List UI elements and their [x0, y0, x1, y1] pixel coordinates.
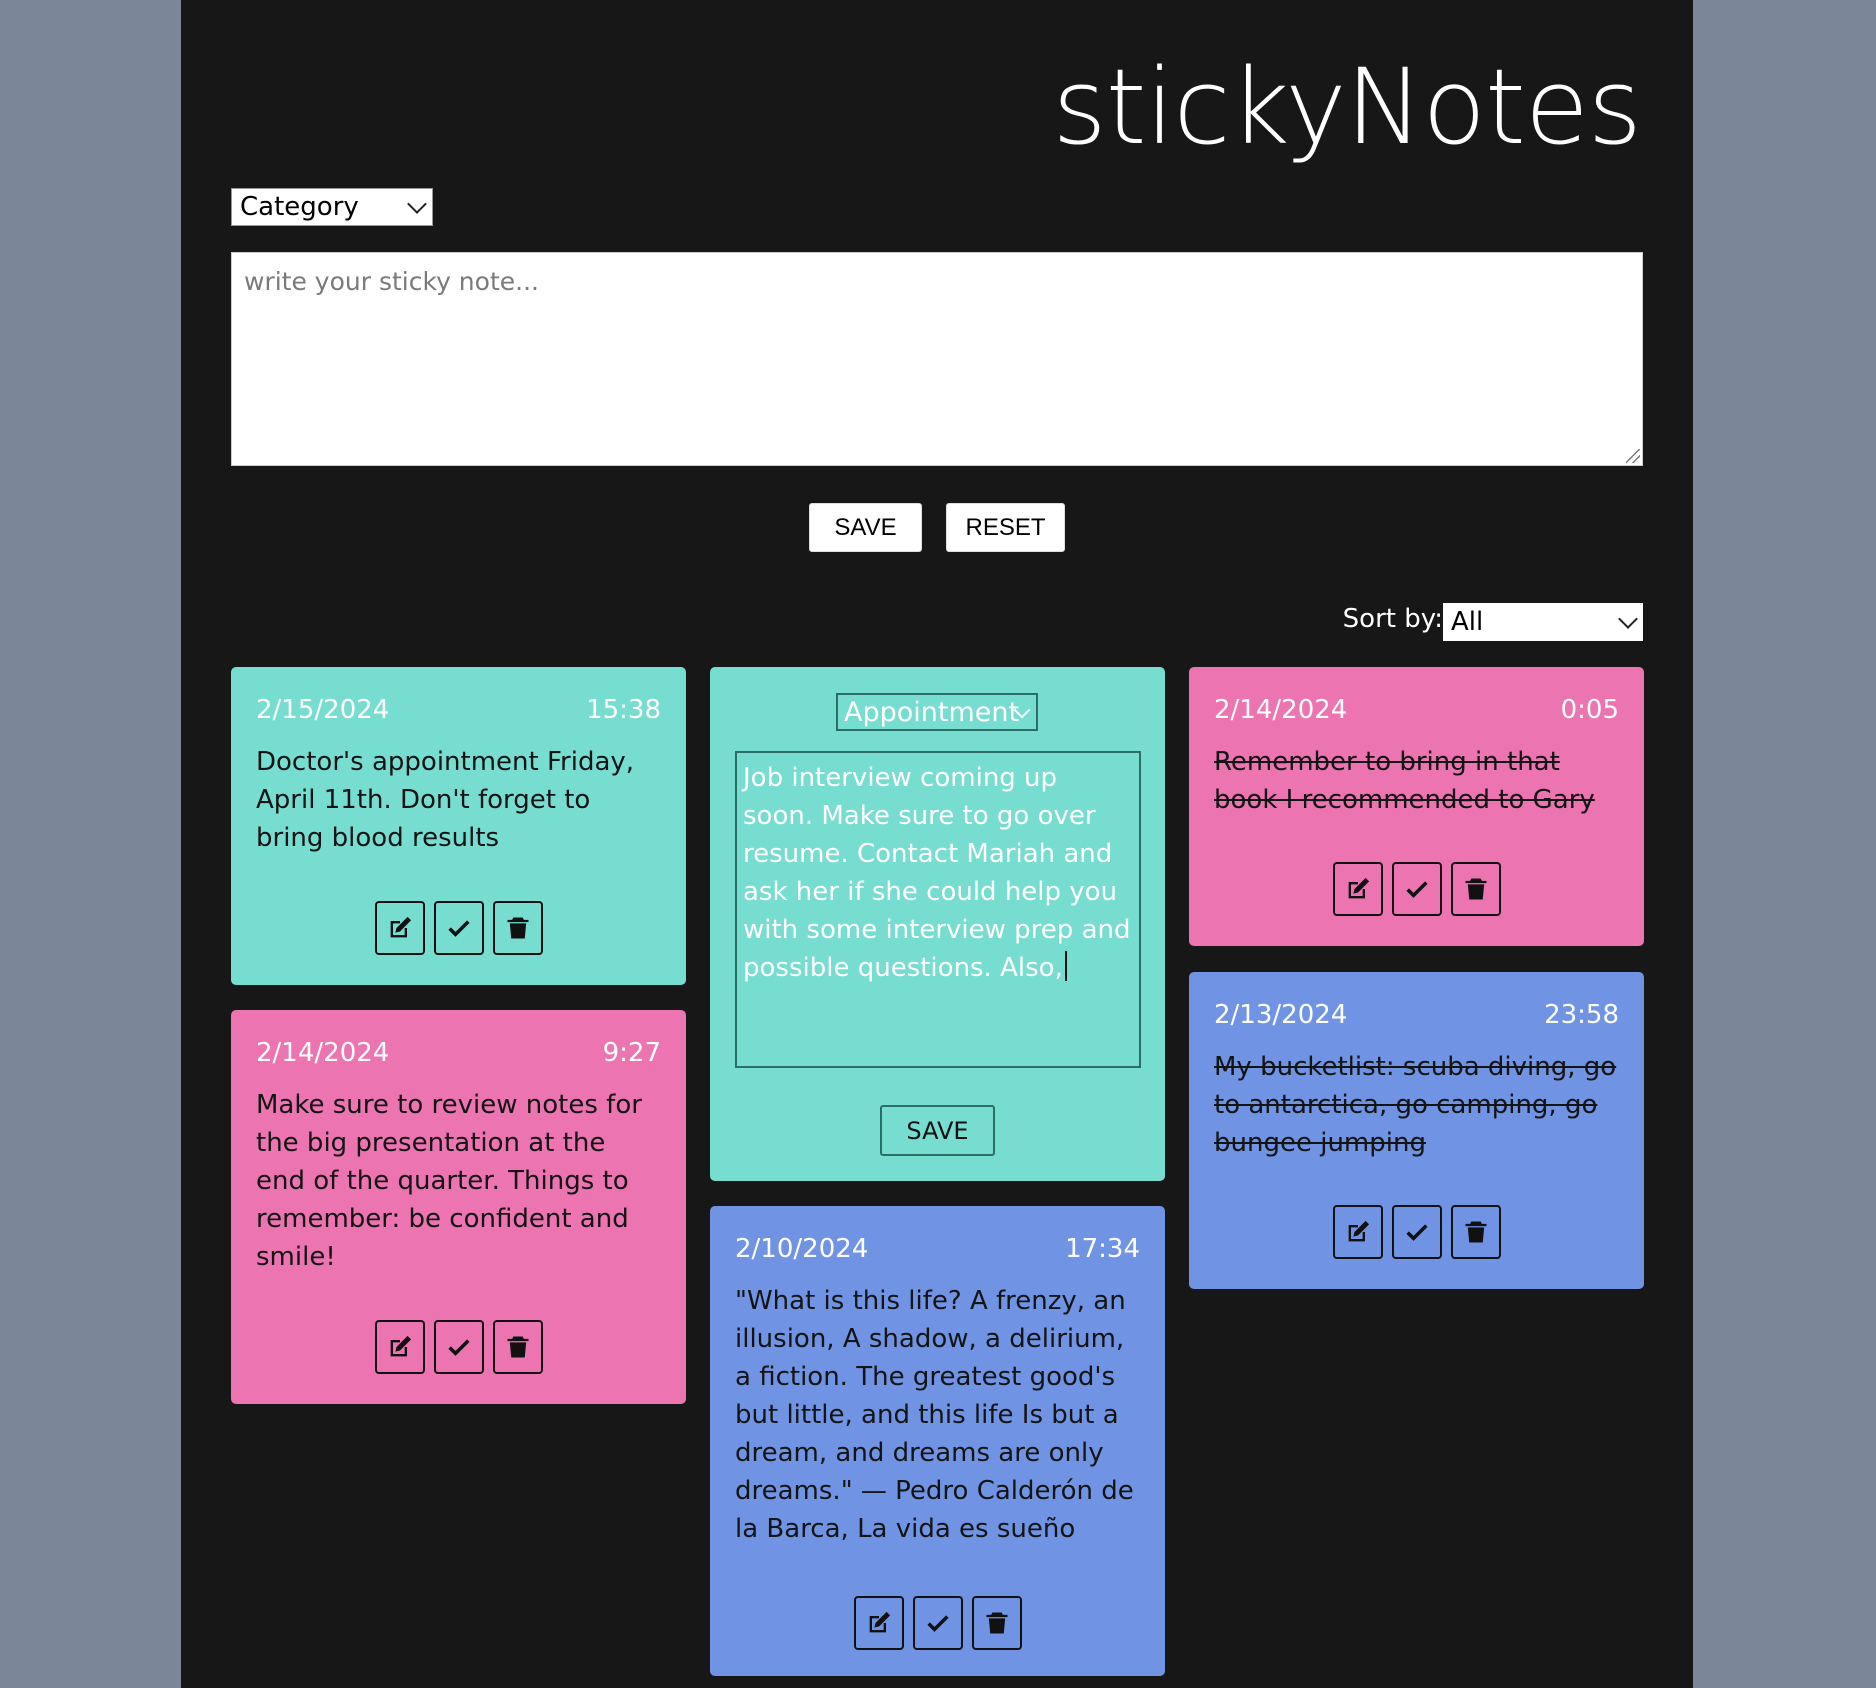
note-time: 15:38 — [586, 695, 661, 725]
note-text: Make sure to review notes for the big pr… — [256, 1090, 642, 1272]
trash-icon — [507, 1336, 528, 1358]
delete-button[interactable] — [492, 901, 543, 955]
note-date: 2/10/2024 — [735, 1234, 869, 1264]
complete-button[interactable] — [433, 901, 484, 955]
note-date: 2/13/2024 — [1214, 1000, 1348, 1030]
text-cursor — [1064, 951, 1067, 981]
check-icon — [447, 920, 470, 937]
sort-select-value: All — [1451, 607, 1484, 637]
note-time: 0:05 — [1560, 695, 1619, 725]
sticky-note: 2/10/2024 17:34 "What is this life? A fr… — [710, 1206, 1165, 1676]
check-icon — [1405, 881, 1428, 898]
trash-icon — [1465, 1221, 1486, 1243]
complete-button[interactable] — [1391, 1205, 1442, 1259]
reset-button[interactable]: RESET — [946, 503, 1065, 552]
edit-icon — [390, 916, 411, 938]
note-date: 2/15/2024 — [256, 695, 390, 725]
note-edit-textarea[interactable]: Job interview coming up soon. Make sure … — [735, 751, 1141, 1068]
check-icon — [1405, 1224, 1428, 1241]
edit-button[interactable] — [853, 1596, 904, 1650]
edit-icon — [390, 1335, 411, 1357]
chevron-down-icon — [407, 194, 427, 214]
category-select-value: Category — [240, 192, 359, 222]
edit-icon — [869, 1611, 890, 1633]
sticky-note-editing: Appointment Job interview coming up soon… — [710, 667, 1165, 1181]
sticky-note: 2/14/2024 0:05 Remember to bring in that… — [1189, 667, 1644, 946]
sort-select[interactable]: All — [1443, 603, 1643, 641]
save-button[interactable]: SAVE — [809, 503, 922, 552]
delete-button[interactable] — [1450, 862, 1501, 916]
chevron-down-icon — [1618, 609, 1638, 629]
note-category-value: Appointment — [844, 696, 1020, 728]
note-date: 2/14/2024 — [1214, 695, 1348, 725]
sticky-note: 2/13/2024 23:58 My bucketlist: scuba div… — [1189, 972, 1644, 1289]
edit-button[interactable] — [374, 901, 425, 955]
complete-button[interactable] — [912, 1596, 963, 1650]
category-select[interactable]: Category — [231, 188, 433, 226]
check-icon — [926, 1615, 949, 1632]
note-text: My bucketlist: scuba diving, go to antar… — [1214, 1052, 1617, 1158]
trash-icon — [986, 1612, 1007, 1634]
edit-button[interactable] — [1332, 1205, 1383, 1259]
sticky-note: 2/15/2024 15:38 Doctor's appointment Fri… — [231, 667, 686, 985]
note-text: "What is this life? A frenzy, an illusio… — [735, 1286, 1134, 1544]
edit-icon — [1348, 1220, 1369, 1242]
note-textarea-placeholder: write your sticky note... — [244, 267, 539, 296]
note-text: Remember to bring in that book I recomme… — [1214, 747, 1595, 815]
check-icon — [447, 1339, 470, 1356]
note-time: 9:27 — [602, 1038, 661, 1068]
sort-label: Sort by: — [1342, 604, 1443, 634]
delete-button[interactable] — [971, 1596, 1022, 1650]
trash-icon — [507, 917, 528, 939]
note-edit-text: Job interview coming up soon. Make sure … — [743, 763, 1131, 983]
note-text: Doctor's appointment Friday, April 11th.… — [256, 747, 635, 853]
app-title: stickyNotes — [1052, 46, 1642, 168]
note-category-select[interactable]: Appointment — [836, 693, 1038, 731]
note-textarea[interactable]: write your sticky note... — [231, 252, 1643, 466]
delete-button[interactable] — [492, 1320, 543, 1374]
edit-icon — [1348, 877, 1369, 899]
complete-button[interactable] — [433, 1320, 484, 1374]
note-time: 23:58 — [1544, 1000, 1619, 1030]
complete-button[interactable] — [1391, 862, 1442, 916]
note-save-button[interactable]: SAVE — [880, 1105, 995, 1156]
note-time: 17:34 — [1065, 1234, 1140, 1264]
edit-button[interactable] — [1332, 862, 1383, 916]
sticky-note: 2/14/2024 9:27 Make sure to review notes… — [231, 1010, 686, 1404]
edit-button[interactable] — [374, 1320, 425, 1374]
app-container: stickyNotes Category write your sticky n… — [181, 0, 1693, 1688]
trash-icon — [1465, 878, 1486, 900]
resize-handle-icon[interactable] — [1626, 449, 1640, 463]
note-date: 2/14/2024 — [256, 1038, 390, 1068]
delete-button[interactable] — [1450, 1205, 1501, 1259]
